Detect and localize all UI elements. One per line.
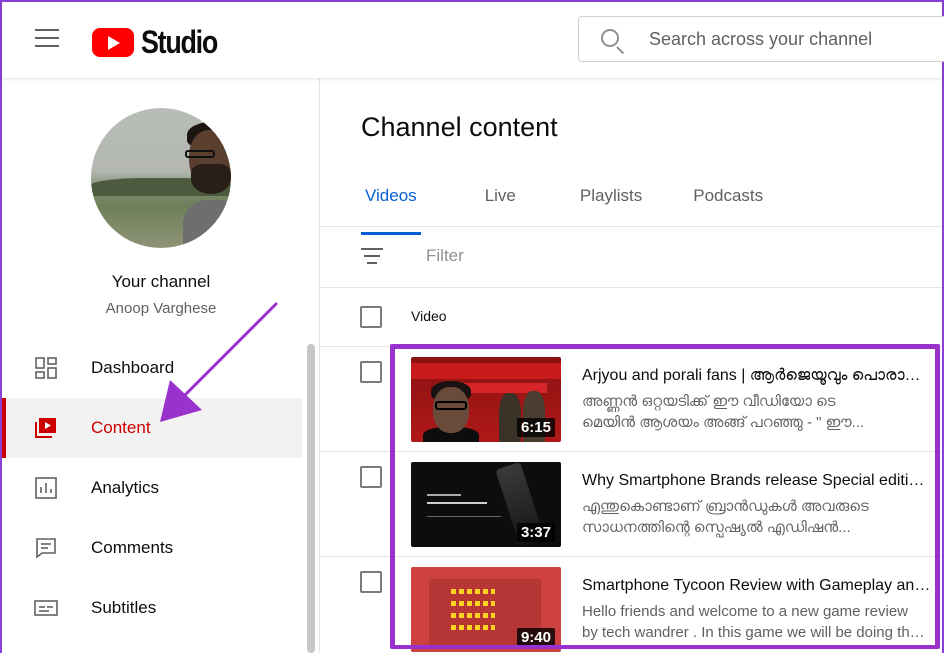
subtitles-icon (34, 600, 58, 616)
video-duration: 9:40 (516, 628, 555, 647)
sidebar-item-comments[interactable]: Comments (2, 518, 302, 578)
video-description-line: Hello friends and welcome to a new game … (582, 603, 908, 620)
tabs-divider (321, 226, 942, 227)
video-thumbnail[interactable]: 9:40 (411, 567, 561, 652)
search-input[interactable] (649, 29, 944, 50)
sidebar-item-label: Content (91, 418, 151, 437)
video-thumbnail[interactable]: 3:37 (411, 462, 561, 547)
sidebar-item-label: Dashboard (91, 358, 175, 377)
content-icon (35, 418, 56, 438)
channel-name: Anoop Varghese (105, 300, 217, 317)
video-description-line: എന്തുകൊണ്ടാണ് ബ്രാൻഡുകൾ അവരുടെ (582, 498, 869, 515)
sidebar-item-label: Analytics (91, 478, 160, 497)
select-all-checkbox[interactable] (360, 306, 382, 328)
sidebar-item-label: Comments (91, 538, 174, 557)
youtube-play-logo-icon (92, 28, 134, 57)
hamburger-menu-icon[interactable] (35, 29, 59, 47)
logo-text: Studio (141, 24, 218, 60)
tab-podcasts[interactable]: Podcasts (693, 186, 763, 235)
video-title[interactable]: Arjyou and porali fans | ആർജെയൂവും പൊരാള… (582, 367, 932, 385)
table-row: 9:40 Smartphone Tycoon Review with Gamep… (321, 557, 942, 653)
content-tabs: Videos Live Playlists Podcasts (361, 186, 763, 235)
row-checkbox[interactable] (360, 466, 382, 488)
channel-title: Your channel (111, 272, 211, 291)
sidebar-nav: Dashboard Content Analytics Comments Sub… (2, 338, 302, 638)
page-title: Channel content (361, 112, 558, 142)
channel-avatar[interactable] (91, 108, 231, 248)
row-checkbox[interactable] (360, 361, 382, 383)
video-duration: 6:15 (516, 418, 555, 437)
search-box[interactable] (578, 16, 944, 62)
comments-icon (36, 538, 56, 559)
sidebar-item-content[interactable]: Content (2, 398, 302, 458)
sidebar-item-subtitles[interactable]: Subtitles (2, 578, 302, 638)
filter-divider (321, 287, 942, 288)
row-checkbox[interactable] (360, 571, 382, 593)
column-header-video: Video (411, 308, 447, 324)
sidebar-item-label: Subtitles (91, 598, 157, 617)
sidebar-scrollbar[interactable] (307, 344, 315, 653)
video-description: എന്തുകൊണ്ടാണ് ബ്രാൻഡുകൾ അവരുടെ സാധനത്തിന… (582, 496, 927, 538)
video-duration: 3:37 (516, 523, 555, 542)
main-content: Channel content Videos Live Playlists Po… (321, 78, 942, 653)
video-description-line: അണ്ണൻ ഒറ്റയടിക്ക് ഈ വീഡിയോ ടെ (582, 393, 836, 410)
video-title[interactable]: Why Smartphone Brands release Special ed… (582, 472, 932, 490)
dashboard-icon (35, 357, 57, 379)
video-description-line: മെയിൻ ആശയം അങ്ങ് പറഞ്ഞു - " ഈ... (582, 414, 865, 431)
top-header: Studio (2, 2, 944, 78)
tab-live[interactable]: Live (485, 186, 516, 235)
video-description-line: by tech wandrer . In this game we will b… (582, 624, 927, 641)
video-description: Hello friends and welcome to a new game … (582, 601, 927, 643)
search-icon (601, 29, 619, 47)
video-title[interactable]: Smartphone Tycoon Review with Gameplay a… (582, 577, 932, 595)
filter-icon[interactable] (361, 248, 383, 264)
sidebar-item-dashboard[interactable]: Dashboard (2, 338, 302, 398)
video-thumbnail[interactable]: 6:15 (411, 357, 561, 442)
analytics-icon (35, 477, 57, 499)
table-row: 6:15 Arjyou and porali fans | ആർജെയൂവും … (321, 347, 942, 452)
filter-input[interactable]: Filter (426, 246, 464, 266)
sidebar-item-analytics[interactable]: Analytics (2, 458, 302, 518)
youtube-studio-logo[interactable]: Studio (92, 24, 232, 61)
left-sidebar: Your channel Anoop Varghese Dashboard Co… (2, 78, 320, 653)
video-description: അണ്ണൻ ഒറ്റയടിക്ക് ഈ വീഡിയോ ടെ മെയിൻ ആശയം… (582, 391, 927, 433)
table-row: 3:37 Why Smartphone Brands release Speci… (321, 452, 942, 557)
tab-playlists[interactable]: Playlists (580, 186, 642, 235)
tab-videos[interactable]: Videos (361, 186, 421, 235)
video-description-line: സാധനത്തിന്റെ സ്പെഷ്യൽ എഡിഷൻ... (582, 519, 851, 536)
